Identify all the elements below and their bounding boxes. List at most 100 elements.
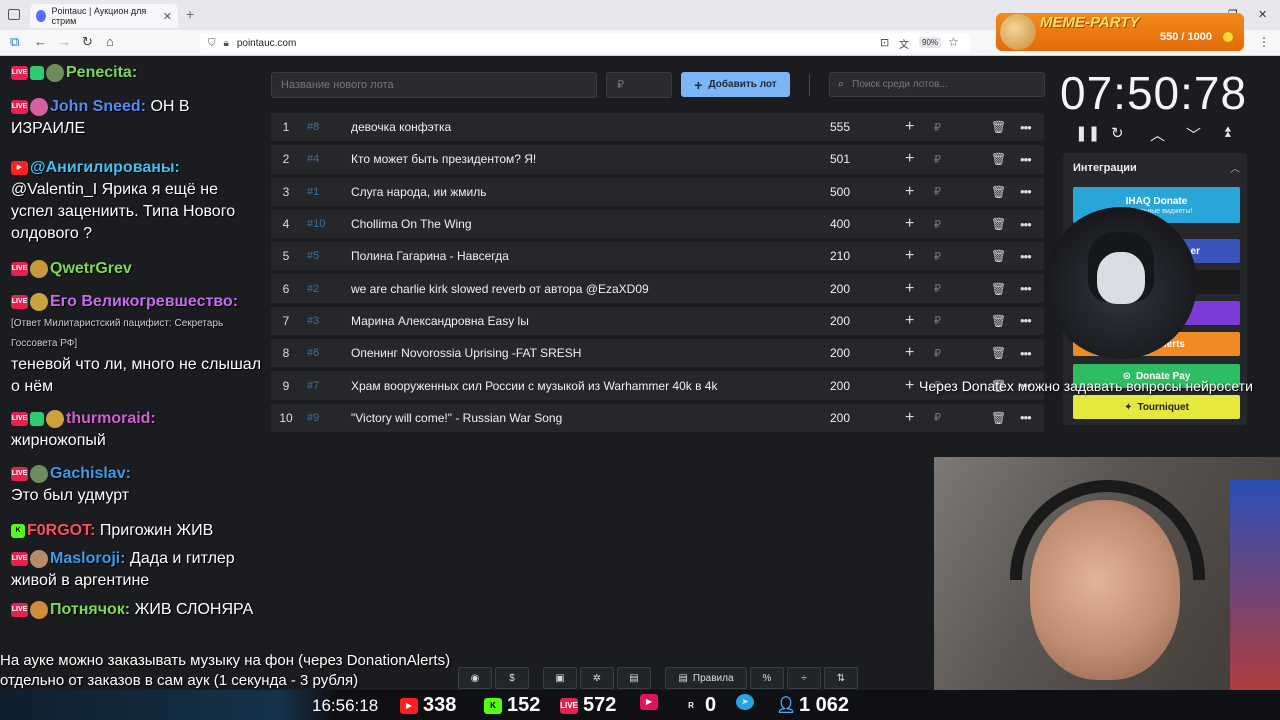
add-lot-button[interactable]: + Добавить лот: [681, 72, 790, 97]
new-tab-button[interactable]: +: [186, 6, 194, 22]
donate-button[interactable]: $: [495, 667, 529, 689]
add-amount-button[interactable]: +: [905, 150, 914, 168]
currency-icon[interactable]: ₽: [934, 314, 941, 327]
add-amount-button[interactable]: +: [905, 409, 914, 427]
lot-id-link[interactable]: #9: [307, 412, 319, 424]
lot-id-link[interactable]: #6: [307, 347, 319, 359]
trash-icon[interactable]: 🗑︎: [991, 217, 1006, 231]
trash-icon[interactable]: 🗑︎: [991, 185, 1006, 199]
add-amount-button[interactable]: +: [905, 247, 914, 265]
rules-button[interactable]: ▤ Правила: [665, 667, 747, 689]
lot-id-link[interactable]: #1: [307, 186, 319, 198]
search-input[interactable]: [852, 79, 1033, 90]
menu-icon[interactable]: ⋮: [1258, 35, 1270, 49]
percent-button[interactable]: %: [750, 667, 784, 689]
lot-price-input[interactable]: [606, 72, 672, 98]
trash-icon[interactable]: 🗑︎: [991, 152, 1006, 166]
lot-id-link[interactable]: #5: [307, 250, 319, 262]
lot-id-link[interactable]: #10: [307, 218, 325, 230]
more-options-icon[interactable]: •••: [1020, 152, 1032, 167]
lot-id-link[interactable]: #8: [307, 121, 319, 133]
lot-amount[interactable]: 200: [830, 282, 850, 296]
lot-name[interactable]: "Victory will come!" - Russian War Song: [351, 411, 562, 425]
trash-icon[interactable]: 🗑︎: [991, 282, 1006, 296]
screenshot-icon[interactable]: ⊡: [880, 36, 889, 49]
lot-amount[interactable]: 210: [830, 249, 850, 263]
lot-amount[interactable]: 200: [830, 346, 850, 360]
home-button[interactable]: ⌂: [106, 34, 114, 49]
lot-name[interactable]: Марина Александровна Easy lы: [351, 314, 529, 328]
tourniquet-button[interactable]: ✦ Tourniquet: [1073, 395, 1240, 419]
lot-name[interactable]: Храм вооруженных сил России с музыкой из…: [351, 379, 717, 393]
lot-name[interactable]: Опенинг Novorossia Uprising -FAT SRESH: [351, 346, 581, 360]
add-amount-button[interactable]: +: [905, 344, 914, 362]
add-amount-button[interactable]: +: [905, 215, 914, 233]
double-chevron-up-icon[interactable]: ⏫︎: [1223, 124, 1231, 141]
add-amount-button[interactable]: +: [905, 118, 914, 136]
lot-name[interactable]: Chollima On The Wing: [351, 217, 472, 231]
url-bar[interactable]: ⛉ 🔒︎ pointauc.com: [200, 33, 970, 53]
extension-icon[interactable]: ⧉: [10, 34, 19, 50]
star-icon[interactable]: ☆: [948, 35, 959, 49]
add-amount-button[interactable]: +: [905, 377, 914, 395]
more-options-icon[interactable]: •••: [1020, 346, 1032, 361]
more-options-icon[interactable]: •••: [1020, 249, 1032, 264]
lot-amount[interactable]: 500: [830, 185, 850, 199]
forward-button[interactable]: →: [58, 34, 71, 49]
more-options-icon[interactable]: •••: [1020, 184, 1032, 199]
currency-icon[interactable]: ₽: [934, 250, 941, 263]
chevron-down-icon[interactable]: ﹀: [1186, 124, 1201, 145]
lot-name[interactable]: we are charlie kirk slowed reverb от авт…: [351, 282, 649, 296]
split-button[interactable]: ÷: [787, 667, 821, 689]
sidebar-toggle-icon[interactable]: [8, 9, 20, 20]
lot-id-link[interactable]: #3: [307, 315, 319, 327]
lot-name[interactable]: Кто может быть президентом? Я!: [351, 152, 536, 166]
lot-id-link[interactable]: #7: [307, 380, 319, 392]
search-box[interactable]: ⌕: [829, 72, 1045, 97]
lot-amount[interactable]: 555: [830, 120, 850, 134]
lot-amount[interactable]: 501: [830, 152, 850, 166]
sort-button[interactable]: ⇅: [824, 667, 858, 689]
more-options-icon[interactable]: •••: [1020, 120, 1032, 135]
trash-icon[interactable]: 🗑︎: [991, 120, 1006, 134]
currency-icon[interactable]: ₽: [934, 411, 941, 424]
lot-amount[interactable]: 200: [830, 379, 850, 393]
more-options-icon[interactable]: •••: [1020, 313, 1032, 328]
currency-icon[interactable]: ₽: [934, 282, 941, 295]
trash-icon[interactable]: 🗑︎: [991, 249, 1006, 263]
back-button[interactable]: ←: [34, 34, 47, 49]
lot-name[interactable]: Слуга народа, ии жмиль: [351, 185, 487, 199]
trash-icon[interactable]: 🗑︎: [991, 411, 1006, 425]
delete-all-button[interactable]: ▤: [617, 667, 651, 689]
trash-icon[interactable]: 🗑︎: [991, 314, 1006, 328]
bug-button[interactable]: ✲: [580, 667, 614, 689]
currency-icon[interactable]: ₽: [934, 347, 941, 360]
close-window-icon[interactable]: ✕: [1258, 8, 1267, 21]
lot-amount[interactable]: 200: [830, 411, 850, 425]
lot-amount[interactable]: 200: [830, 314, 850, 328]
add-amount-button[interactable]: +: [905, 280, 914, 298]
currency-icon[interactable]: ₽: [934, 121, 941, 134]
pause-icon[interactable]: ❚❚: [1075, 124, 1100, 142]
zoom-level[interactable]: 90%: [919, 37, 942, 48]
reload-button[interactable]: ↻: [82, 34, 93, 50]
collapse-icon[interactable]: ︿: [1230, 160, 1240, 175]
currency-icon[interactable]: ₽: [934, 153, 941, 166]
translate-icon[interactable]: 文: [899, 36, 909, 51]
close-icon[interactable]: ✕: [163, 10, 172, 23]
save-button[interactable]: ▣: [543, 667, 577, 689]
chevron-up-icon[interactable]: ︿: [1150, 124, 1165, 145]
reset-icon[interactable]: ↻: [1111, 124, 1124, 142]
lot-id-link[interactable]: #2: [307, 283, 319, 295]
lot-id-link[interactable]: #4: [307, 153, 319, 165]
lot-name[interactable]: Полина Гагарина - Навсегда: [351, 249, 509, 263]
lot-amount[interactable]: 400: [830, 217, 850, 231]
lot-name-input[interactable]: [271, 72, 597, 98]
add-amount-button[interactable]: +: [905, 183, 914, 201]
browser-tab[interactable]: Pointauc | Аукцион для стрим ✕: [30, 4, 178, 28]
currency-icon[interactable]: ₽: [934, 218, 941, 231]
add-amount-button[interactable]: +: [905, 312, 914, 330]
more-options-icon[interactable]: •••: [1020, 281, 1032, 296]
more-options-icon[interactable]: •••: [1020, 410, 1032, 425]
trash-icon[interactable]: 🗑︎: [991, 346, 1006, 360]
